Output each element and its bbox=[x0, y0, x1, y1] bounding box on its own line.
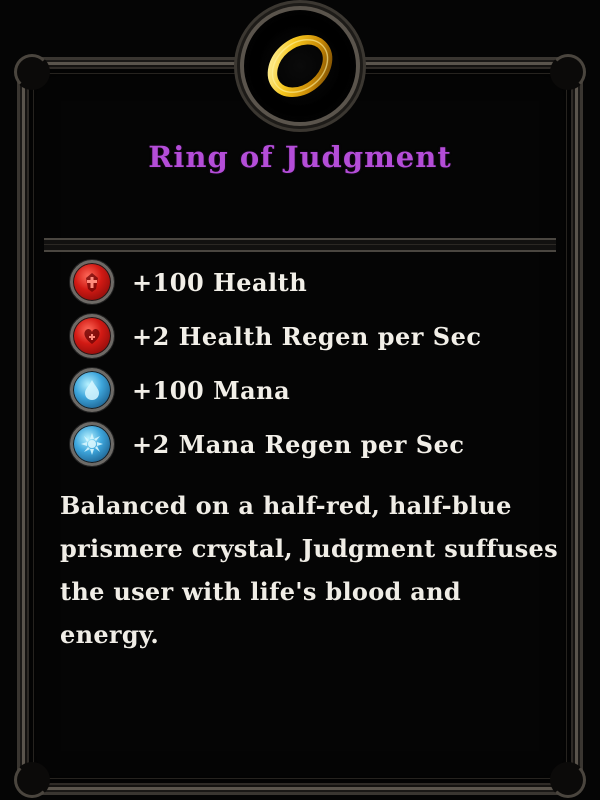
section-divider bbox=[44, 238, 556, 252]
gold-ring-icon bbox=[267, 35, 333, 97]
stat-text: +2 Health Regen per Sec bbox=[132, 321, 482, 351]
item-description: Balanced on a half-red, half-blue prisme… bbox=[60, 491, 558, 649]
frame-corner-ornament bbox=[550, 54, 586, 90]
stat-row: +2 Health Regen per Sec bbox=[70, 309, 550, 363]
stat-row: +100 Mana bbox=[70, 363, 550, 417]
frame-corner-ornament bbox=[14, 54, 50, 90]
stat-text: +100 Health bbox=[132, 267, 308, 297]
item-name: Ring of Judgment bbox=[148, 140, 452, 174]
stat-text: +2 Mana Regen per Sec bbox=[132, 429, 465, 459]
stat-row: +100 Health bbox=[70, 255, 550, 309]
item-icon-medallion bbox=[240, 6, 360, 126]
mana-regen-orb-icon bbox=[70, 422, 114, 466]
item-tooltip: Ring of Judgment +100 Health +2 Health R… bbox=[0, 0, 600, 800]
frame-corner-ornament bbox=[14, 762, 50, 798]
stat-text: +100 Mana bbox=[132, 375, 291, 405]
health-regen-orb-icon bbox=[70, 314, 114, 358]
frame-corner-ornament bbox=[550, 762, 586, 798]
mana-orb-icon bbox=[70, 368, 114, 412]
stat-list: +100 Health +2 Health Regen per Sec +100… bbox=[70, 255, 550, 471]
health-orb-icon bbox=[70, 260, 114, 304]
stat-row: +2 Mana Regen per Sec bbox=[70, 417, 550, 471]
